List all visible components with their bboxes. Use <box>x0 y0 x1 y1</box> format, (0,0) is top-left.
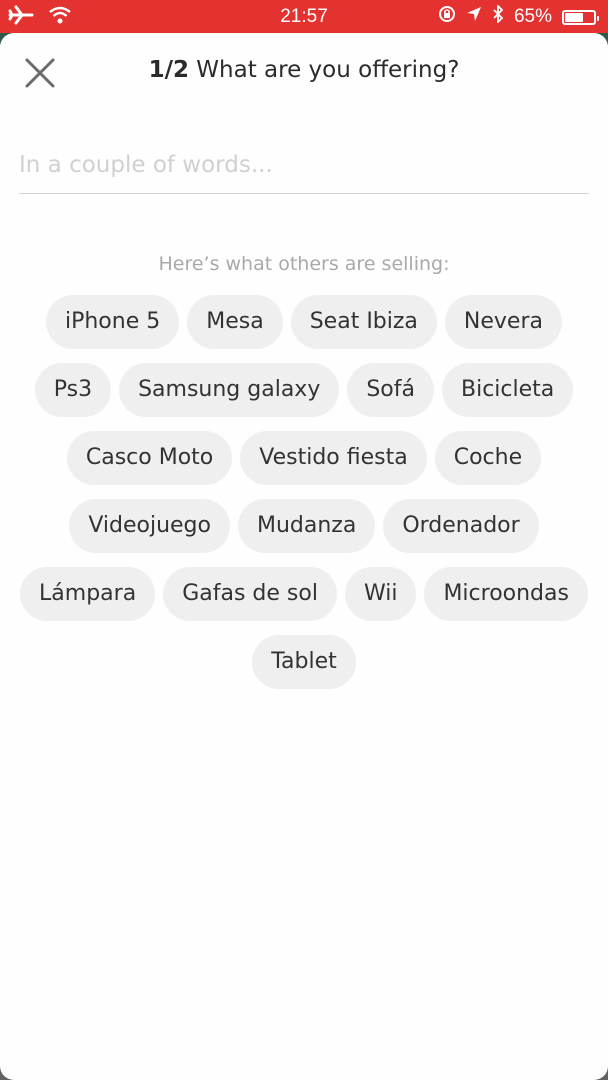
suggestion-chip[interactable]: Ordenador <box>383 499 539 553</box>
bluetooth-icon <box>492 3 504 29</box>
suggestion-chip[interactable]: Bicicleta <box>442 363 574 417</box>
suggestion-chip[interactable]: Mesa <box>187 295 283 349</box>
location-icon <box>466 6 482 28</box>
suggestion-chip[interactable]: Gafas de sol <box>163 567 337 621</box>
suggestion-chip[interactable]: Tablet <box>252 635 356 689</box>
status-bar: 21:57 65% <box>0 0 608 33</box>
suggestion-chip[interactable]: Mudanza <box>237 499 376 553</box>
suggestion-chip[interactable]: Videojuego <box>69 499 230 553</box>
suggestion-chip[interactable]: Sofá <box>347 363 434 417</box>
offer-input-wrapper <box>19 141 589 194</box>
battery-percent: 65% <box>513 6 552 27</box>
battery-level <box>565 12 584 22</box>
suggestion-chip[interactable]: Ps3 <box>34 363 112 417</box>
suggestion-chip[interactable]: Lámpara <box>20 567 156 621</box>
suggestion-chip[interactable]: Seat Ibiza <box>290 295 437 349</box>
suggestion-chip[interactable]: Coche <box>434 431 542 485</box>
step-indicator: 1/2 <box>148 57 189 83</box>
suggestion-chip[interactable]: Microondas <box>424 567 588 621</box>
offer-input[interactable] <box>19 141 589 189</box>
rotation-lock-icon <box>438 5 456 29</box>
suggestion-chip[interactable]: iPhone 5 <box>45 295 180 349</box>
suggestion-chip[interactable]: Vestido fiesta <box>240 431 427 485</box>
suggestions-heading: Here’s what others are selling: <box>158 253 450 275</box>
battery-tip <box>597 15 599 21</box>
suggestion-chip[interactable]: Wii <box>344 567 417 621</box>
suggestion-chips: iPhone 5 Mesa Seat Ibiza Nevera Ps3 Samsung g… <box>20 295 588 689</box>
battery-icon <box>562 9 599 25</box>
suggestion-chip[interactable]: Samsung galaxy <box>119 363 340 417</box>
title-text: What are you offering? <box>196 57 460 83</box>
suggestion-chip[interactable]: Casco Moto <box>66 431 233 485</box>
offer-sheet: 1/2 What are you offering? Here’s what o… <box>0 33 608 1080</box>
suggestion-chip[interactable]: Nevera <box>444 295 562 349</box>
page-title: 1/2 What are you offering? <box>0 57 608 83</box>
